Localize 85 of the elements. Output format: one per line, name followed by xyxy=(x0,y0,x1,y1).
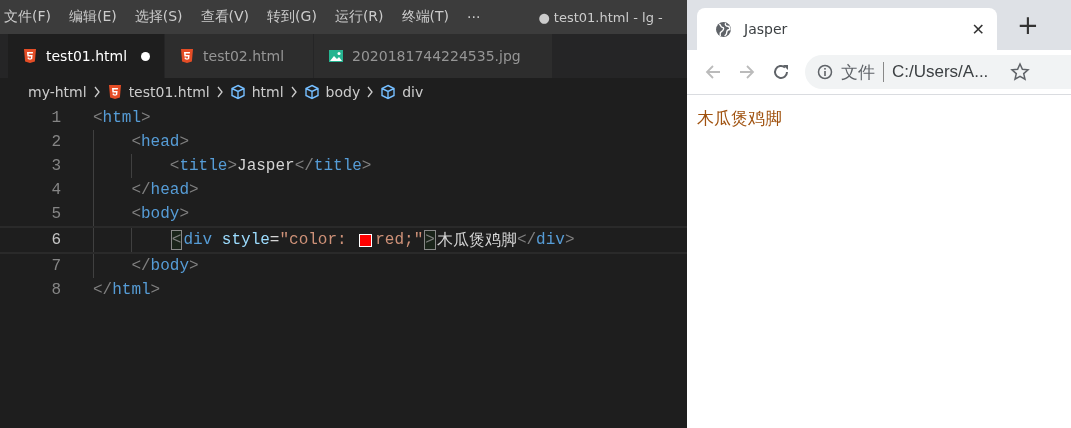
close-button[interactable]: ✕ xyxy=(971,19,985,39)
code-token: title xyxy=(313,157,362,175)
breadcrumb-item[interactable]: my-html xyxy=(28,84,87,100)
address-bar[interactable]: 文件 C:/Users/A... xyxy=(805,55,1071,89)
unsaved-dot-icon xyxy=(141,51,151,61)
chevron-icon xyxy=(289,86,298,98)
address-text: C:/Users/A... xyxy=(892,62,989,82)
code-token: > xyxy=(189,181,199,199)
cube-icon xyxy=(229,84,246,100)
code-token: body xyxy=(141,205,180,223)
line-number: 8 xyxy=(50,281,61,299)
menu-item[interactable]: 终端(T) xyxy=(397,8,457,26)
code-token: < xyxy=(171,231,182,249)
breadcrumb-item[interactable]: body xyxy=(325,84,361,100)
code-token: div xyxy=(536,231,565,249)
code-token: > xyxy=(425,231,435,249)
code-token: > xyxy=(141,109,151,127)
code-token: style xyxy=(220,231,270,249)
code-token: < xyxy=(93,109,103,127)
code-token: html xyxy=(102,109,141,127)
line-number: 1 xyxy=(50,109,61,127)
new-tab-button[interactable]: + xyxy=(1017,12,1039,38)
code-token: < xyxy=(169,157,180,175)
editor-tab[interactable]: 2020181744224535.jpg xyxy=(314,34,554,78)
chevron-icon xyxy=(92,86,101,98)
code-token: > xyxy=(189,257,199,275)
cube-icon xyxy=(303,84,320,100)
menu-item[interactable]: 运行(R) xyxy=(330,8,392,26)
globe-icon xyxy=(715,20,732,38)
code-token: </ xyxy=(93,281,113,299)
menu-item[interactable]: ··· xyxy=(463,9,489,25)
html5-icon xyxy=(22,48,38,64)
image-icon xyxy=(328,48,345,64)
code-token: head xyxy=(141,133,180,151)
menu-item[interactable]: 转到(G) xyxy=(263,8,325,26)
line-number: 7 xyxy=(50,257,61,275)
code-token: title xyxy=(179,157,228,175)
color-swatch[interactable] xyxy=(359,233,373,247)
code-token: </ xyxy=(294,157,314,175)
window-title: ● test01.html - lg - xyxy=(538,9,663,25)
code-token: div xyxy=(183,231,213,249)
code-token: "color: xyxy=(279,231,348,249)
breadcrumb-item[interactable]: html xyxy=(251,84,284,100)
code-token: </ xyxy=(131,181,151,199)
editor-tab[interactable]: test02.html xyxy=(165,34,315,78)
editor-tab[interactable]: test01.html xyxy=(8,34,166,78)
code-token: < xyxy=(131,133,141,151)
menu-item[interactable]: 查看(V) xyxy=(196,8,258,26)
code-token: > xyxy=(227,157,238,175)
code-token: </ xyxy=(131,257,151,275)
code-token: </ xyxy=(516,231,537,249)
line-number: 3 xyxy=(50,157,61,175)
code-token: > xyxy=(179,133,189,151)
code-token: head xyxy=(150,181,189,199)
line-number: 6 xyxy=(50,231,61,249)
chevron-icon xyxy=(366,86,375,98)
code-token: > xyxy=(150,281,161,299)
code-token: red;" xyxy=(375,231,424,249)
browser-tab[interactable]: Jasper ✕ xyxy=(697,8,997,50)
page-text: 木瓜煲鸡脚 xyxy=(697,108,782,128)
info-icon xyxy=(817,64,833,80)
breadcrumb-item[interactable]: div xyxy=(402,84,424,100)
code-token: > xyxy=(361,157,372,175)
code-token: 木瓜煲鸡脚 xyxy=(436,230,517,251)
html5-icon xyxy=(179,48,196,64)
reload-icon[interactable] xyxy=(771,62,791,82)
code-token: > xyxy=(564,231,575,249)
line-number: 4 xyxy=(50,181,61,199)
code-token: > xyxy=(179,205,189,223)
cube-icon xyxy=(380,84,397,100)
code-token: < xyxy=(131,205,141,223)
line-number: 2 xyxy=(50,133,61,151)
code-token: = xyxy=(269,231,280,249)
menu-item[interactable]: 编辑(E) xyxy=(65,8,125,26)
html5-icon xyxy=(106,84,123,100)
breadcrumb-item[interactable]: test01.html xyxy=(128,84,210,100)
code-token: html xyxy=(112,281,151,299)
security-label: 文件 xyxy=(841,61,875,84)
code-token: body xyxy=(150,257,189,275)
menu-item[interactable]: 文件(F) xyxy=(0,8,59,26)
chevron-icon xyxy=(215,86,224,98)
star-icon[interactable] xyxy=(1010,62,1031,82)
code-token: Jasper xyxy=(237,157,295,175)
line-number: 5 xyxy=(50,205,61,223)
menu-item[interactable]: 选择(S) xyxy=(130,8,191,26)
